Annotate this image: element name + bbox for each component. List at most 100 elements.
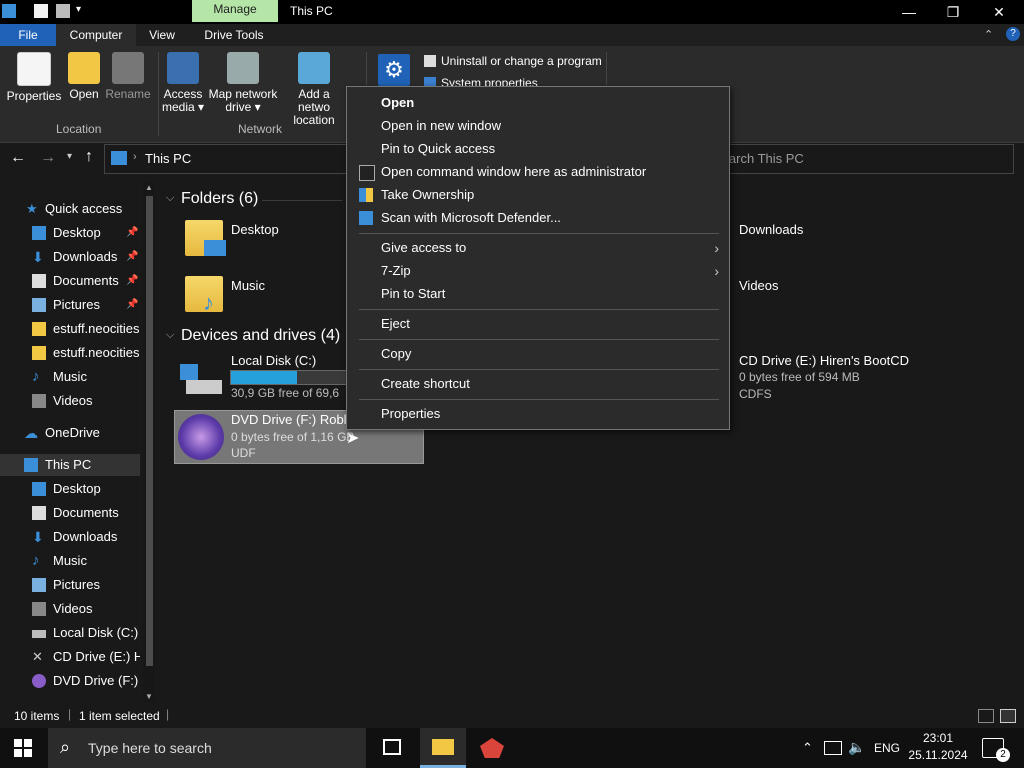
open-button[interactable]: Open <box>64 52 104 101</box>
tab-file[interactable]: File <box>0 24 56 46</box>
search-box[interactable]: Search This PC <box>700 144 1014 174</box>
sidebar-item-videos[interactable]: Videos <box>0 390 140 412</box>
close-button[interactable]: ✕ <box>976 0 1022 24</box>
download-icon: ⬇ <box>32 529 44 545</box>
menu-item-7zip[interactable]: 7-Zip › <box>347 260 729 282</box>
forward-arrow-icon[interactable]: → <box>40 149 56 167</box>
new-folder-icon[interactable] <box>56 4 70 18</box>
sidebar-scroll-thumb[interactable] <box>146 196 153 666</box>
drive-c-name[interactable]: Local Disk (C:) <box>231 353 316 368</box>
menu-item-label: 7-Zip <box>381 263 411 278</box>
access-media-button[interactable]: Access media ▾ <box>160 52 206 114</box>
sidebar-item-pc-videos[interactable]: Videos <box>0 598 140 620</box>
minimize-button[interactable]: — <box>886 0 932 24</box>
menu-item-eject[interactable]: Eject <box>347 313 729 335</box>
menu-item-scan-defender[interactable]: Scan with Microsoft Defender... <box>347 207 729 229</box>
title-bar: ▾ — ❐ ✕ <box>0 0 1024 24</box>
sidebar-item-pc-pictures[interactable]: Pictures <box>0 574 140 596</box>
network-icon[interactable] <box>824 741 842 755</box>
folder-desktop[interactable]: Desktop <box>231 222 279 237</box>
tab-drive-tools[interactable]: Drive Tools <box>196 24 272 46</box>
computer-icon[interactable] <box>2 4 16 18</box>
sidebar-item-desktop[interactable]: Desktop 📌 <box>0 222 140 244</box>
menu-item-properties[interactable]: Properties <box>347 403 729 425</box>
details-view-icon[interactable] <box>978 709 994 723</box>
defender-icon <box>359 211 373 225</box>
sidebar-item-this-pc[interactable]: This PC <box>0 454 140 476</box>
sidebar-item-documents[interactable]: Documents 📌 <box>0 270 140 292</box>
menu-item-take-ownership[interactable]: Take Ownership <box>347 184 729 206</box>
sidebar-item-music[interactable]: ♪ Music <box>0 366 140 388</box>
status-divider: | <box>68 707 72 721</box>
up-arrow-icon[interactable]: ↑ <box>85 148 93 166</box>
volume-muted-icon[interactable]: 🔈 <box>848 739 865 756</box>
task-view-icon[interactable] <box>383 739 401 755</box>
sidebar-item-pc-downloads[interactable]: ⬇ Downloads <box>0 526 140 548</box>
settings-icon[interactable]: ⚙ <box>378 54 410 86</box>
sidebar-item-estuff-1[interactable]: estuff.neocities <box>0 318 140 340</box>
taskbar-search-input[interactable]: Type here to search <box>88 740 212 756</box>
drives-header[interactable]: Devices and drives (4) <box>181 327 340 345</box>
sidebar-item-quick-access[interactable]: ★ Quick access <box>0 198 140 220</box>
menu-item-open[interactable]: Open <box>347 92 729 114</box>
uninstall-program-button[interactable]: Uninstall or change a program <box>441 54 602 68</box>
access-media-label-1: Access <box>163 87 203 101</box>
mouse-cursor-icon: ➤ <box>346 430 360 447</box>
breadcrumb-chevron-icon[interactable]: › <box>133 151 137 163</box>
sidebar-item-pc-desktop[interactable]: Desktop <box>0 478 140 500</box>
properties-icon[interactable] <box>34 4 48 18</box>
sidebar-item-label: Videos <box>53 393 93 408</box>
collapse-folders-icon[interactable]: ⌵ <box>166 192 174 205</box>
scroll-up-icon[interactable]: ▲ <box>145 183 153 192</box>
map-network-drive-button[interactable]: Map network drive ▾ <box>206 52 280 114</box>
large-icons-view-icon[interactable] <box>1000 709 1016 723</box>
taskbar-file-explorer[interactable] <box>420 728 466 768</box>
sidebar-item-pc-music[interactable]: ♪ Music <box>0 550 140 572</box>
sidebar-item-pc-documents[interactable]: Documents <box>0 502 140 524</box>
maximize-button[interactable]: ❐ <box>930 0 976 24</box>
drive-e-name[interactable]: CD Drive (E:) Hiren's BootCD <box>739 353 909 368</box>
computer-icon <box>111 151 127 165</box>
scroll-down-icon[interactable]: ▼ <box>145 692 153 701</box>
breadcrumb-this-pc[interactable]: This PC <box>145 151 191 166</box>
rename-button[interactable]: Rename <box>104 52 152 101</box>
sidebar-item-local-disk[interactable]: Local Disk (C:) <box>0 622 140 644</box>
add-network-location-button[interactable]: Add a netwo location <box>282 52 346 127</box>
taskbar-search-box[interactable]: ⌕ Type here to search <box>48 728 366 768</box>
folder-videos[interactable]: Videos <box>739 278 779 293</box>
windows-start-icon[interactable] <box>14 739 32 757</box>
menu-item-open-cmd-admin[interactable]: Open command window here as administrato… <box>347 161 729 183</box>
drive-f-name[interactable]: DVD Drive (F:) Roblo <box>231 412 354 427</box>
tab-view[interactable]: View <box>140 24 184 46</box>
folder-music[interactable]: Music <box>231 278 265 293</box>
sidebar-item-dvd-drive[interactable]: DVD Drive (F:) <box>0 670 140 692</box>
menu-item-copy[interactable]: Copy <box>347 343 729 365</box>
manage-tab[interactable]: Manage <box>192 0 278 22</box>
collapse-drives-icon[interactable]: ⌵ <box>166 329 174 342</box>
sidebar-item-onedrive[interactable]: ☁ OneDrive <box>0 422 140 444</box>
sidebar-item-estuff-2[interactable]: estuff.neocities <box>0 342 140 364</box>
menu-separator <box>359 309 719 310</box>
recent-locations-icon[interactable]: ▾ <box>67 151 72 162</box>
sidebar-item-label: Quick access <box>45 201 123 216</box>
folders-header[interactable]: Folders (6) <box>181 190 258 208</box>
menu-item-pin-start[interactable]: Pin to Start <box>347 283 729 305</box>
back-arrow-icon[interactable]: ← <box>10 149 26 167</box>
menu-item-give-access[interactable]: Give access to › <box>347 237 729 259</box>
properties-button[interactable]: Properties <box>6 52 62 103</box>
menu-item-open-new-window[interactable]: Open in new window <box>347 115 729 137</box>
clock[interactable]: 23:01 25.11.2024 <box>908 730 968 764</box>
show-hidden-icons-icon[interactable]: ⌃ <box>802 740 813 756</box>
input-language[interactable]: ENG <box>874 741 900 755</box>
help-icon[interactable]: ? <box>1006 27 1020 41</box>
sidebar-item-label: Local Disk (C:) <box>53 625 139 640</box>
menu-item-pin-quick-access[interactable]: Pin to Quick access <box>347 138 729 160</box>
customize-qat-icon[interactable]: ▾ <box>76 4 90 18</box>
menu-item-create-shortcut[interactable]: Create shortcut <box>347 373 729 395</box>
tab-computer[interactable]: Computer <box>56 24 136 46</box>
collapse-ribbon-icon[interactable]: ⌃ <box>984 28 993 41</box>
sidebar-item-downloads[interactable]: ⬇ Downloads 📌 <box>0 246 140 268</box>
folder-downloads[interactable]: Downloads <box>739 222 803 237</box>
sidebar-item-pictures[interactable]: Pictures 📌 <box>0 294 140 316</box>
sidebar-item-cd-drive[interactable]: ✕ CD Drive (E:) H <box>0 646 140 668</box>
